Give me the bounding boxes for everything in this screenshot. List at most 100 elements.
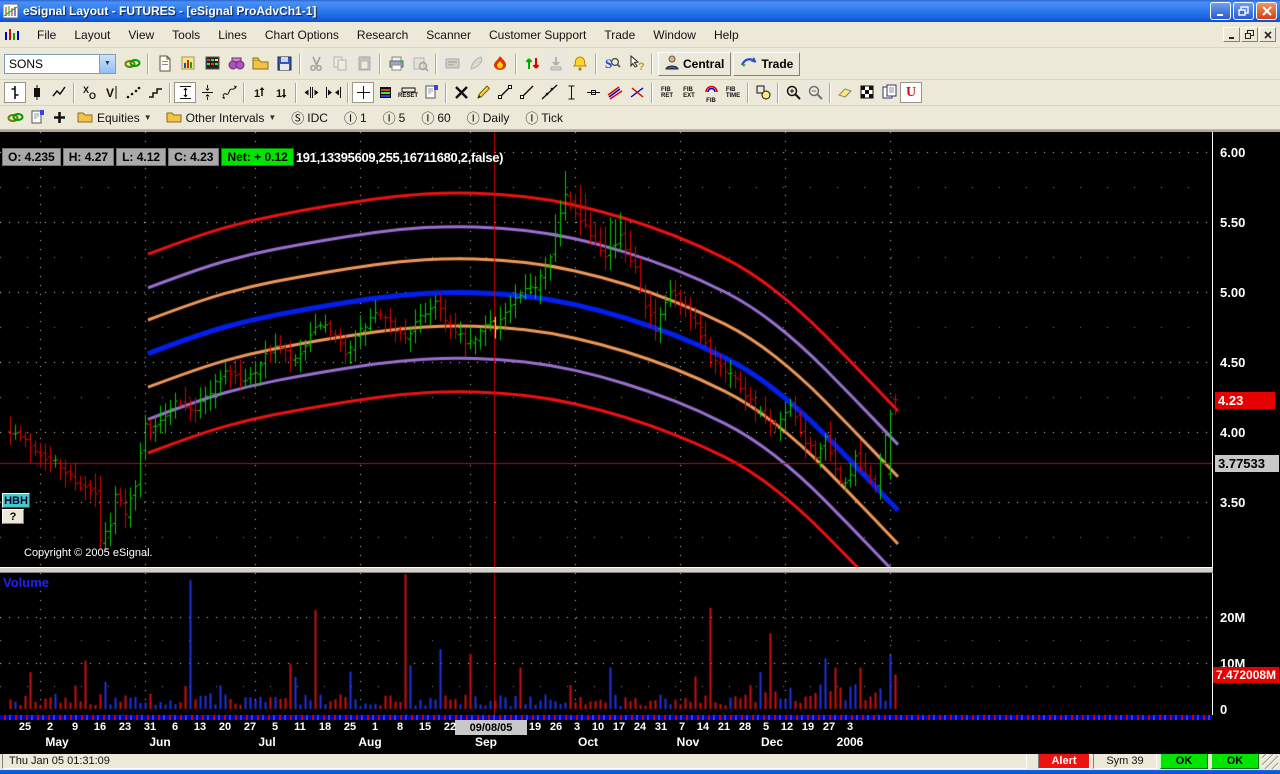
fib-retracement-button[interactable]: FIB RET xyxy=(656,82,678,103)
point-figure-type-button[interactable]: XO xyxy=(78,82,100,103)
cross-lines-button[interactable] xyxy=(626,82,648,103)
page-small-button[interactable] xyxy=(26,107,48,128)
parallel-lines-button[interactable] xyxy=(604,82,626,103)
date-axis[interactable]: 09/08/05 2529162331613202751118251815221… xyxy=(0,715,1280,754)
symbol-input[interactable]: SONS ▼ xyxy=(4,54,116,74)
expand-horizontal-button[interactable] xyxy=(300,82,322,103)
menu-research[interactable]: Research xyxy=(348,24,417,46)
print-preview-button[interactable] xyxy=(408,52,432,76)
quote-window-button[interactable] xyxy=(200,52,224,76)
cut-button[interactable] xyxy=(304,52,328,76)
minimize-button[interactable] xyxy=(1210,2,1231,20)
zoom-in-button[interactable] xyxy=(782,82,804,103)
menu-view[interactable]: View xyxy=(119,24,163,46)
interval-daily[interactable]: ⒾDaily xyxy=(459,107,518,128)
fib-circle-button[interactable]: FIB xyxy=(700,82,722,103)
compress-vertical-button[interactable] xyxy=(196,82,218,103)
menu-trade[interactable]: Trade xyxy=(595,24,644,46)
page-properties-button[interactable] xyxy=(420,82,442,103)
child-close-button[interactable] xyxy=(1259,27,1276,42)
magnet-button[interactable]: U xyxy=(900,82,922,103)
alert-bell-button[interactable] xyxy=(568,52,592,76)
add-page-button[interactable] xyxy=(48,107,70,128)
interval-tick[interactable]: ⒾTick xyxy=(517,107,571,128)
expand-vertical-button[interactable] xyxy=(174,82,196,103)
interval-idc[interactable]: ⓈIDC xyxy=(283,107,336,128)
shift-down-button[interactable]: 1 xyxy=(270,82,292,103)
menu-window[interactable]: Window xyxy=(644,24,705,46)
trendline-button[interactable] xyxy=(494,82,516,103)
child-restore-button[interactable] xyxy=(1241,27,1258,42)
ticker-button[interactable] xyxy=(440,52,464,76)
bar-type-button[interactable] xyxy=(4,82,26,103)
step-line-type-button[interactable] xyxy=(144,82,166,103)
resize-grip[interactable] xyxy=(1262,753,1278,769)
symbol-list-button[interactable] xyxy=(224,52,248,76)
help-question-button[interactable]: ? xyxy=(2,509,24,524)
compress-horizontal-button[interactable] xyxy=(322,82,344,103)
news-button[interactable] xyxy=(464,52,488,76)
menu-customer-support[interactable]: Customer Support xyxy=(480,24,595,46)
trade-button[interactable]: Trade xyxy=(733,52,800,76)
menu-scanner[interactable]: Scanner xyxy=(417,24,480,46)
menu-chart-options[interactable]: Chart Options xyxy=(256,24,348,46)
new-chart-button[interactable] xyxy=(176,52,200,76)
shapes-button[interactable] xyxy=(752,82,774,103)
ok-status-badge-1[interactable]: OK xyxy=(1160,753,1208,769)
reset-scale-button[interactable]: RESET xyxy=(396,82,420,103)
pencil-button[interactable] xyxy=(472,82,494,103)
dot-line-type-button[interactable] xyxy=(122,82,144,103)
crosshair-button[interactable] xyxy=(352,82,374,103)
line-type-button[interactable] xyxy=(48,82,70,103)
shift-up-button[interactable]: 1 xyxy=(248,82,270,103)
print-button[interactable] xyxy=(384,52,408,76)
ray-line-button[interactable] xyxy=(516,82,538,103)
symbol-dropdown-arrow-icon[interactable]: ▼ xyxy=(99,55,115,73)
horizontal-line-button[interactable] xyxy=(582,82,604,103)
pane-splitter[interactable] xyxy=(0,567,1234,573)
price-axis[interactable]: 6.005.505.004.504.003.504.233.7753320M10… xyxy=(1213,132,1280,715)
zoom-out-button[interactable] xyxy=(804,82,826,103)
restore-button[interactable] xyxy=(1233,2,1254,20)
interval-60[interactable]: Ⓘ60 xyxy=(413,107,458,128)
menu-file[interactable]: File xyxy=(28,24,65,46)
interval-5[interactable]: Ⓘ5 xyxy=(375,107,414,128)
grid-button[interactable] xyxy=(856,82,878,103)
menu-tools[interactable]: Tools xyxy=(163,24,209,46)
menu-lines[interactable]: Lines xyxy=(209,24,256,46)
link-small-button[interactable] xyxy=(4,107,26,128)
interval-1[interactable]: Ⓘ1 xyxy=(336,107,375,128)
eraser-button[interactable] xyxy=(834,82,856,103)
sort-arrows-button[interactable] xyxy=(520,52,544,76)
symbol-search-button[interactable]: S xyxy=(600,52,624,76)
volume-style-button[interactable]: V xyxy=(100,82,122,103)
hot-list-button[interactable] xyxy=(488,52,512,76)
save-layout-button[interactable] xyxy=(272,52,296,76)
auto-scale-button[interactable] xyxy=(218,82,240,103)
menu-layout[interactable]: Layout xyxy=(65,24,119,46)
alert-badge[interactable]: Alert xyxy=(1038,753,1090,769)
fib-extension-button[interactable]: FIB EXT xyxy=(678,82,700,103)
open-layout-button[interactable] xyxy=(248,52,272,76)
ok-status-badge-2[interactable]: OK xyxy=(1211,753,1259,769)
volume-pane-canvas[interactable] xyxy=(0,573,1212,715)
price-pane-canvas[interactable] xyxy=(0,132,1212,567)
notes-button[interactable] xyxy=(878,82,900,103)
folder-other-intervals[interactable]: Other Intervals▼ xyxy=(159,107,284,128)
new-layout-button[interactable] xyxy=(152,52,176,76)
link-button[interactable] xyxy=(120,52,144,76)
hbh-button[interactable]: HBH xyxy=(2,493,30,508)
menu-help[interactable]: Help xyxy=(705,24,748,46)
folder-equities[interactable]: Equities▼ xyxy=(70,107,159,128)
vertical-line-button[interactable] xyxy=(560,82,582,103)
extended-line-button[interactable] xyxy=(538,82,560,103)
candlestick-type-button[interactable] xyxy=(26,82,48,103)
download-data-button[interactable] xyxy=(544,52,568,76)
fib-time-button[interactable]: FIB TIME xyxy=(722,82,744,103)
close-button[interactable] xyxy=(1256,2,1277,20)
paste-button[interactable] xyxy=(352,52,376,76)
color-bars-button[interactable] xyxy=(374,82,396,103)
context-help-button[interactable]: ? xyxy=(624,52,648,76)
delete-drawings-button[interactable] xyxy=(450,82,472,103)
central-button[interactable]: Central xyxy=(658,52,731,76)
